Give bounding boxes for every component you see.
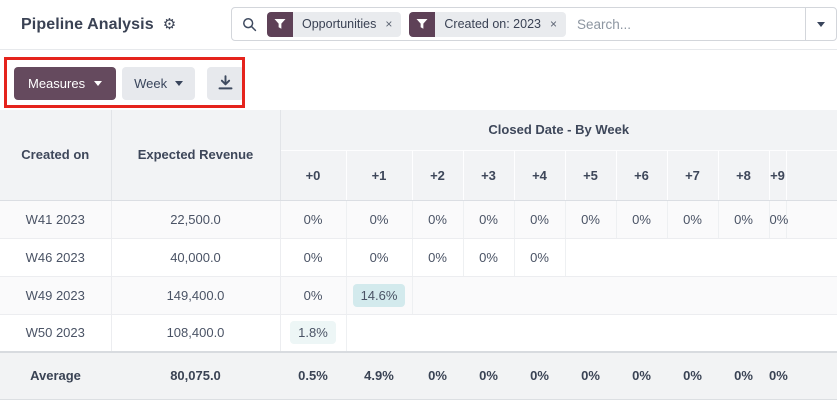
empty-cohort-region [346, 314, 837, 352]
filter-funnel-icon [267, 12, 293, 37]
cohort-percent-cell[interactable]: 0% [463, 238, 514, 276]
cohort-table-header: Created on Expected Revenue Closed Date … [0, 110, 837, 200]
average-revenue: 80,075.0 [111, 352, 280, 399]
week-offset-header: +4 [514, 150, 565, 200]
cohort-percent-cell[interactable]: 0% [346, 200, 412, 238]
search-icon [242, 17, 257, 32]
cohort-row: W46 202340,000.00%0%0%0%0% [0, 238, 837, 276]
top-bar: Pipeline Analysis ⚙ Opportunities × [0, 0, 837, 50]
average-percent-cell: 0% [412, 352, 463, 399]
cohort-percent-cell[interactable]: 0% [280, 238, 346, 276]
average-percent-cell: 0% [769, 352, 786, 399]
row-label: W46 2023 [0, 238, 111, 276]
row-label: W50 2023 [0, 314, 111, 352]
revenue-cell: 22,500.0 [111, 200, 280, 238]
download-button[interactable] [207, 67, 244, 100]
title-wrap: Pipeline Analysis ⚙ [21, 16, 176, 34]
chevron-down-icon [175, 81, 183, 86]
week-offset-header: +9 [769, 150, 786, 200]
empty-cohort-region [412, 276, 837, 314]
search-dropdown-toggle[interactable] [805, 8, 836, 40]
average-row: Average80,075.00.5%4.9%0%0%0%0%0%0%0%0% [0, 352, 837, 399]
average-percent-cell: 0% [514, 352, 565, 399]
cohort-percent-cell[interactable]: 0% [718, 200, 769, 238]
week-offset-header: +7 [667, 150, 718, 200]
week-offset-header: +8 [718, 150, 769, 200]
page-title: Pipeline Analysis [21, 16, 154, 34]
week-offset-header: +2 [412, 150, 463, 200]
average-percent-cell: 0% [616, 352, 667, 399]
cohort-percent-cell[interactable]: 0% [412, 238, 463, 276]
empty-cohort-region [565, 238, 837, 276]
column-header-created-on: Created on [0, 110, 111, 200]
search-facet-created-on[interactable]: Created on: 2023 × [409, 12, 566, 37]
row-label: W49 2023 [0, 276, 111, 314]
gear-icon[interactable]: ⚙ [163, 17, 176, 32]
search-facet-opportunities[interactable]: Opportunities × [267, 12, 401, 37]
cohort-percent-cell[interactable]: 0% [616, 200, 667, 238]
average-percent-cell: 0% [463, 352, 514, 399]
facet-remove-icon[interactable]: × [384, 17, 401, 31]
column-group-header-closed-date: Closed Date - By Week [280, 110, 837, 150]
cohort-table: Created on Expected Revenue Closed Date … [0, 110, 837, 400]
week-offset-header: +0 [280, 150, 346, 200]
empty-cohort-region [786, 200, 837, 238]
cohort-table-footer: Average80,075.00.5%4.9%0%0%0%0%0%0%0%0% [0, 352, 837, 399]
cohort-percent-cell[interactable]: 0% [667, 200, 718, 238]
facet-label: Created on: 2023 [435, 17, 549, 31]
measures-button-label: Measures [28, 76, 85, 91]
cohort-percent-cell[interactable]: 1.8% [280, 314, 346, 352]
cohort-percent-cell[interactable]: 0% [769, 200, 786, 238]
cohort-percent-cell[interactable]: 0% [280, 276, 346, 314]
search-input[interactable]: Search... [577, 17, 631, 32]
cohort-percent-cell[interactable]: 0% [514, 200, 565, 238]
filter-funnel-icon [409, 12, 435, 37]
week-offset-header: +3 [463, 150, 514, 200]
chevron-down-icon [817, 22, 825, 27]
row-label: W41 2023 [0, 200, 111, 238]
control-toolbar: Measures Week [0, 50, 837, 110]
facet-remove-icon[interactable]: × [549, 17, 566, 31]
interval-button-label: Week [134, 76, 167, 91]
cohort-row: W49 2023149,400.00%14.6% [0, 276, 837, 314]
interval-week-button[interactable]: Week [122, 67, 195, 100]
cohort-percent-cell[interactable]: 0% [565, 200, 616, 238]
week-offset-header: +1 [346, 150, 412, 200]
week-offset-header: +5 [565, 150, 616, 200]
download-icon [218, 75, 233, 93]
cohort-row: W50 2023108,400.01.8% [0, 314, 837, 352]
revenue-cell: 149,400.0 [111, 276, 280, 314]
average-percent-cell: 0% [565, 352, 616, 399]
cohort-percent-cell[interactable]: 0% [346, 238, 412, 276]
cohort-percent-cell[interactable]: 0% [280, 200, 346, 238]
average-percent-cell: 0.5% [280, 352, 346, 399]
search-bar[interactable]: Opportunities × Created on: 2023 × Searc… [231, 7, 837, 41]
cohort-percent-cell[interactable]: 14.6% [346, 276, 412, 314]
cohort-percent-cell[interactable]: 0% [514, 238, 565, 276]
facet-label: Opportunities [293, 17, 384, 31]
revenue-cell: 108,400.0 [111, 314, 280, 352]
cohort-percent-cell[interactable]: 0% [463, 200, 514, 238]
average-percent-cell: 0% [718, 352, 769, 399]
revenue-cell: 40,000.0 [111, 238, 280, 276]
cohort-row: W41 202322,500.00%0%0%0%0%0%0%0%0%0% [0, 200, 837, 238]
cohort-percent-cell[interactable]: 0% [412, 200, 463, 238]
measures-button[interactable]: Measures [14, 67, 116, 100]
average-label: Average [0, 352, 111, 399]
week-offset-header: +6 [616, 150, 667, 200]
header-spacer [786, 150, 837, 200]
average-percent-cell: 4.9% [346, 352, 412, 399]
column-header-expected-revenue: Expected Revenue [111, 110, 280, 200]
chevron-down-icon [94, 81, 102, 86]
average-percent-cell: 0% [667, 352, 718, 399]
footer-spacer [786, 352, 837, 399]
